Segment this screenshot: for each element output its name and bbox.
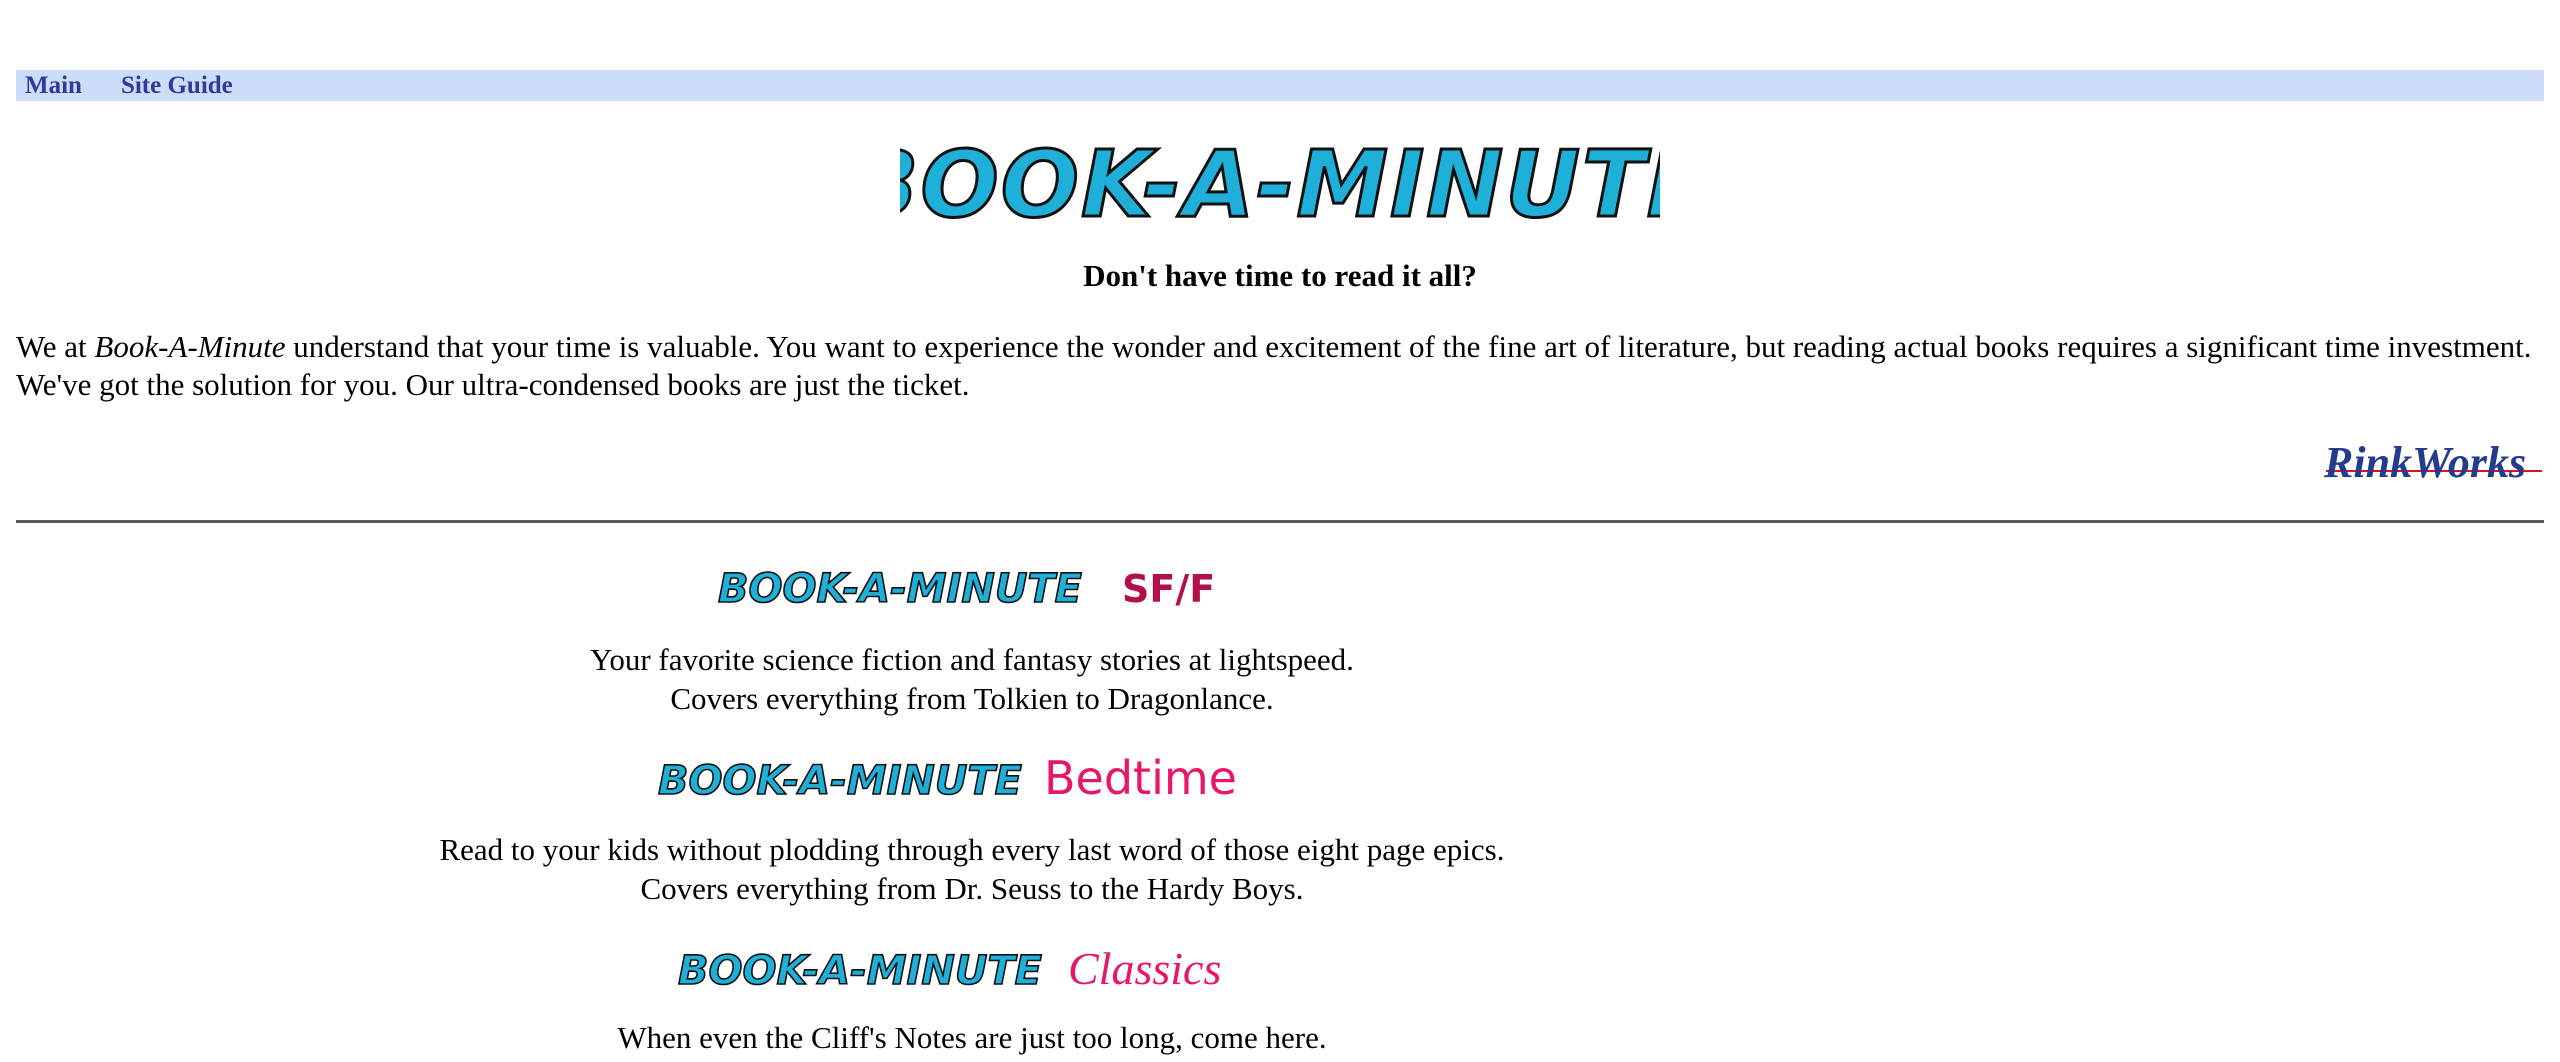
bedtime-line-2: Covers everything from Dr. Seuss to the … bbox=[640, 871, 1304, 906]
rinkworks-logo[interactable]: RinkWorks bbox=[2322, 435, 2544, 498]
classics-logo-base: BOOK-A-MINUTE bbox=[678, 948, 1042, 994]
book-a-minute-logo-graphic: BOOK-A-MINUTE bbox=[900, 130, 1660, 230]
nav-link-site-guide[interactable]: Site Guide bbox=[121, 70, 233, 101]
bedtime-line-1: Read to your kids without plodding throu… bbox=[439, 832, 1505, 867]
sff-line-2: Covers everything from Tolkien to Dragon… bbox=[670, 681, 1274, 716]
book-a-minute-logo: BOOK-A-MINUTE bbox=[0, 130, 2560, 235]
sff-logo-base: BOOK-A-MINUTE bbox=[718, 566, 1082, 610]
nav-link-main[interactable]: Main bbox=[25, 70, 82, 101]
top-nav-bar: Main Site Guide bbox=[16, 70, 2544, 101]
sff-logo[interactable]: BOOK-A-MINUTE SF/F bbox=[712, 562, 1232, 610]
horizontal-divider bbox=[16, 520, 2544, 523]
logo-text: BOOK-A-MINUTE bbox=[900, 131, 1660, 230]
intro-prefix: We at bbox=[16, 329, 95, 364]
intro-paragraph: We at Book-A-Minute understand that your… bbox=[16, 328, 2544, 404]
page: Main Site Guide BOOK-A-MINUTE Don't have… bbox=[0, 0, 2560, 1062]
bedtime-logo-suffix: Bedtime bbox=[1044, 751, 1237, 804]
classics-logo-suffix: Classics bbox=[1068, 943, 1221, 994]
tagline: Don't have time to read it all? bbox=[1083, 258, 1477, 293]
bedtime-logo-base: BOOK-A-MINUTE bbox=[658, 758, 1022, 804]
section-classics-text: When even the Cliff's Notes are just too… bbox=[16, 1018, 1928, 1057]
section-bedtime-text: Read to your kids without plodding throu… bbox=[16, 830, 1928, 908]
intro-body: understand that your time is valuable. Y… bbox=[16, 329, 2532, 402]
classics-line-1: When even the Cliff's Notes are just too… bbox=[617, 1020, 1327, 1055]
section-classics: BOOK-A-MINUTE Classics bbox=[16, 938, 1928, 1003]
rinkworks-logo-graphic: RinkWorks bbox=[2323, 438, 2542, 487]
classics-logo[interactable]: BOOK-A-MINUTE Classics bbox=[672, 938, 1272, 994]
section-sff-text: Your favorite science fiction and fantas… bbox=[16, 640, 1928, 718]
sff-line-1: Your favorite science fiction and fantas… bbox=[590, 642, 1354, 677]
bedtime-logo[interactable]: BOOK-A-MINUTE Bedtime bbox=[652, 748, 1292, 804]
sff-logo-suffix: SF/F bbox=[1122, 567, 1215, 610]
intro-brand: Book-A-Minute bbox=[94, 329, 286, 364]
section-sff: BOOK-A-MINUTE SF/F bbox=[16, 562, 1928, 619]
section-bedtime: BOOK-A-MINUTE Bedtime bbox=[16, 748, 1928, 813]
rinkworks-text: RinkWorks bbox=[2323, 438, 2526, 487]
